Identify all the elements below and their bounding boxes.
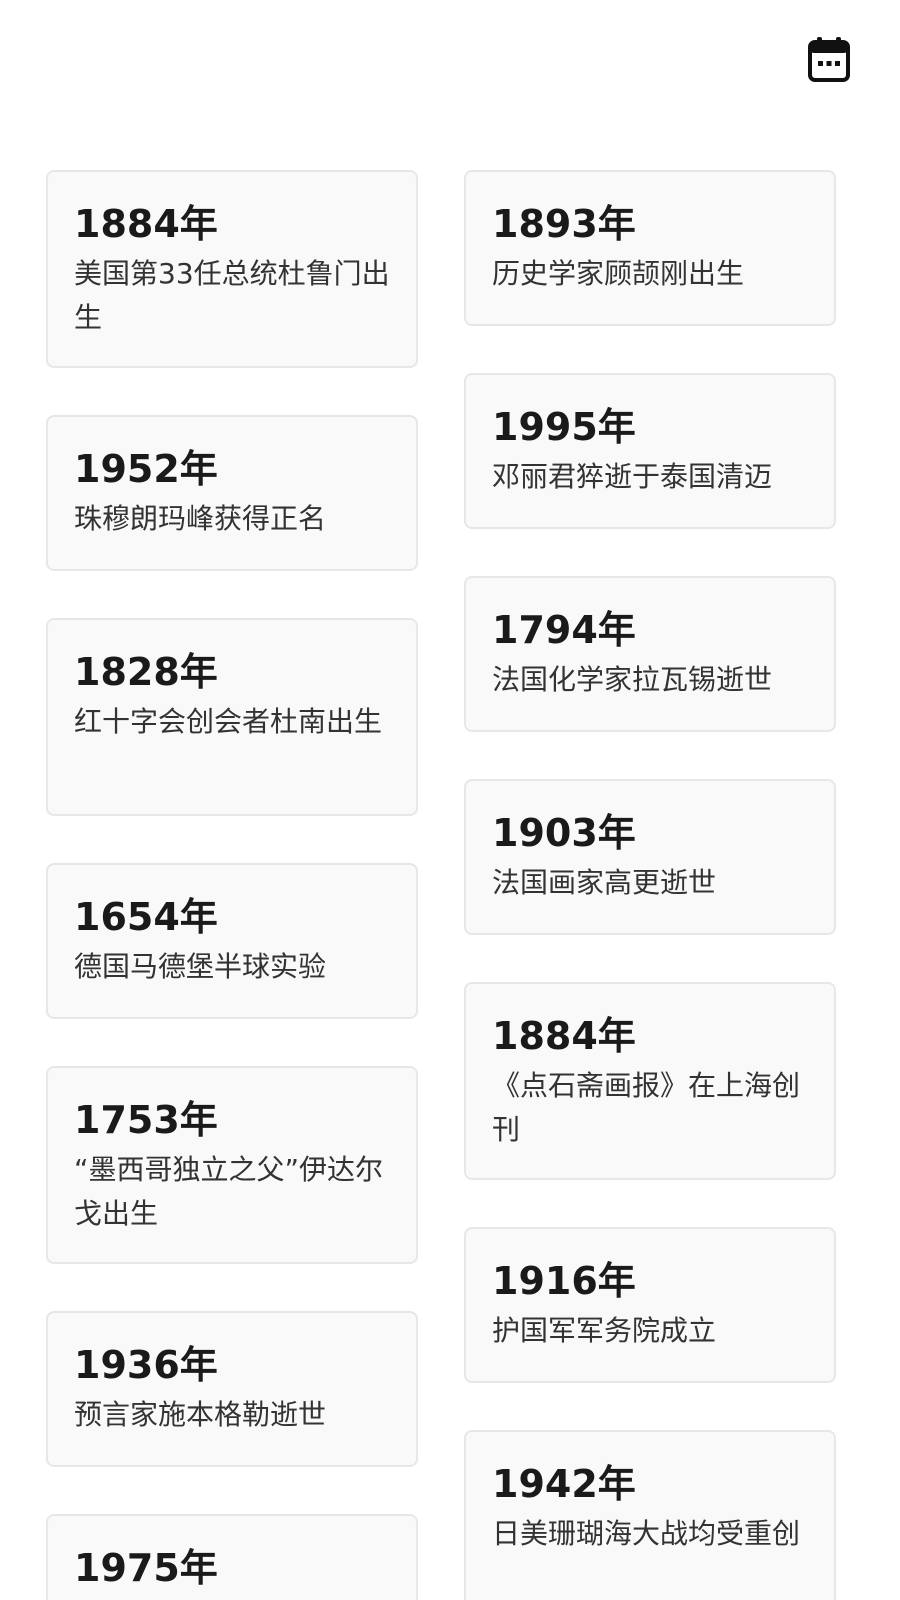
event-year: 1975年 (74, 1546, 218, 1590)
calendar-icon (808, 37, 850, 82)
event-year: 1884年 (74, 202, 218, 246)
event-description: 日美珊瑚海大战均受重创 (492, 1517, 801, 1550)
event-year: 1893年 (492, 202, 636, 246)
event-year: 1884年 (492, 1014, 636, 1058)
event-card[interactable]: 1916年 护国军军务院成立 (464, 1227, 836, 1383)
event-card[interactable]: 1828年 红十字会创会者杜南出生 (46, 618, 418, 816)
event-year: 1828年 (74, 650, 218, 694)
event-description: 护国军军务院成立 (492, 1314, 717, 1347)
event-year: 1753年 (74, 1098, 218, 1142)
event-description: 珠穆朗玛峰获得正名 (74, 502, 327, 535)
event-card[interactable]: 1995年 邓丽君猝逝于泰国清迈 (464, 373, 836, 529)
event-description: “墨西哥独立之父”伊达尔戈出生 (74, 1153, 384, 1230)
event-year: 1942年 (492, 1462, 636, 1506)
event-year: 1903年 (492, 811, 636, 855)
event-card[interactable]: 1936年 预言家施本格勒逝世 (46, 1311, 418, 1467)
event-card[interactable]: 1753年 “墨西哥独立之父”伊达尔戈出生 (46, 1066, 418, 1264)
calendar-button[interactable] (808, 36, 850, 82)
event-year: 1654年 (74, 895, 218, 939)
event-card[interactable]: 1903年 法国画家高更逝世 (464, 779, 836, 935)
event-card[interactable]: 1975年 (46, 1514, 418, 1600)
event-card[interactable]: 1884年 美国第33任总统杜鲁门出生 (46, 170, 418, 368)
event-description: 《点石斋画报》在上海创刊 (492, 1069, 801, 1146)
event-card[interactable]: 1942年 日美珊瑚海大战均受重创 (464, 1430, 836, 1600)
timeline-column-left: 1884年 美国第33任总统杜鲁门出生 1952年 珠穆朗玛峰获得正名 1828… (46, 170, 418, 1600)
timeline-column-right: 1893年 历史学家顾颉刚出生 1995年 邓丽君猝逝于泰国清迈 1794年 法… (464, 170, 836, 1600)
event-description: 历史学家顾颉刚出生 (492, 257, 745, 290)
event-description: 邓丽君猝逝于泰国清迈 (492, 460, 773, 493)
event-year: 1936年 (74, 1343, 218, 1387)
event-description: 德国马德堡半球实验 (74, 950, 327, 983)
event-description: 法国画家高更逝世 (492, 866, 717, 899)
event-description: 美国第33任总统杜鲁门出生 (74, 257, 390, 334)
event-card[interactable]: 1884年 《点石斋画报》在上海创刊 (464, 982, 836, 1180)
event-card[interactable]: 1893年 历史学家顾颉刚出生 (464, 170, 836, 326)
event-year: 1794年 (492, 608, 636, 652)
event-description: 法国化学家拉瓦锡逝世 (492, 663, 773, 696)
event-card[interactable]: 1794年 法国化学家拉瓦锡逝世 (464, 576, 836, 732)
event-description: 红十字会创会者杜南出生 (74, 705, 383, 738)
event-year: 1916年 (492, 1259, 636, 1303)
event-card[interactable]: 1654年 德国马德堡半球实验 (46, 863, 418, 1019)
event-card[interactable]: 1952年 珠穆朗玛峰获得正名 (46, 415, 418, 571)
event-description: 预言家施本格勒逝世 (74, 1398, 327, 1431)
event-year: 1952年 (74, 447, 218, 491)
event-year: 1995年 (492, 405, 636, 449)
